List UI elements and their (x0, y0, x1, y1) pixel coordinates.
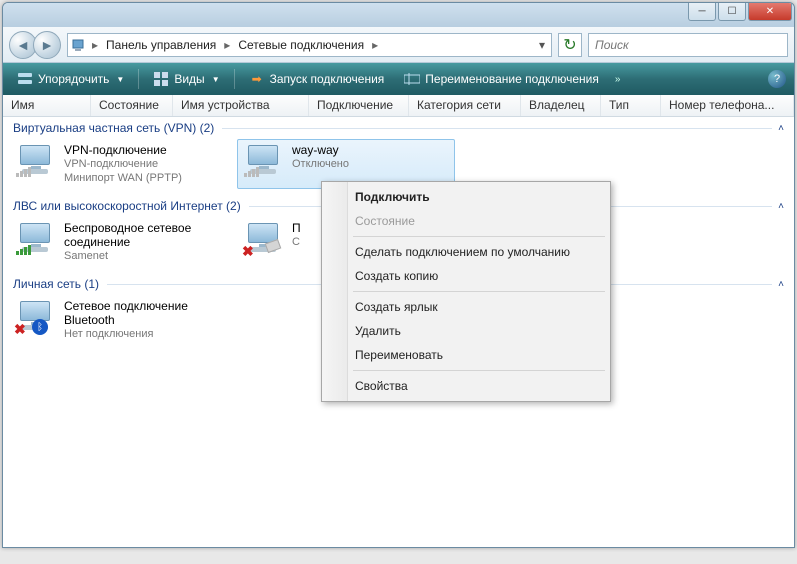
connection-icon: ✖ (242, 221, 286, 261)
item-sub1: соединение (64, 235, 191, 249)
item-title: VPN-подключение (64, 143, 182, 157)
toolbar-separator (138, 69, 139, 89)
connection-item-lan[interactable]: ✖ П С (237, 217, 317, 267)
connection-icon: ✖ᛒ (14, 299, 58, 339)
arrow-right-icon: ➡ (249, 71, 265, 87)
views-button[interactable]: Виды ▼ (145, 68, 227, 90)
item-sub2: Нет подключения (64, 327, 188, 341)
connection-item-wifi[interactable]: Беспроводное сетевое соединение Samenet (9, 217, 227, 267)
context-menu: Подключить Состояние Сделать подключение… (321, 181, 611, 402)
item-title: way-way (292, 143, 349, 157)
forward-button[interactable]: ► (33, 31, 61, 59)
ctx-properties[interactable]: Свойства (325, 374, 607, 398)
chevron-right-icon: ▸ (370, 38, 380, 52)
ctx-status: Состояние (325, 209, 607, 233)
location-icon (68, 34, 90, 56)
rename-connection-label: Переименование подключения (425, 72, 599, 86)
help-button[interactable]: ? (768, 70, 786, 88)
chevron-down-icon: ▼ (212, 75, 220, 84)
context-menu-separator (353, 291, 605, 292)
col-state[interactable]: Состояние (91, 95, 173, 116)
ctx-make-default[interactable]: Сделать подключением по умолчанию (325, 240, 607, 264)
group-title: ЛВС или высокоскоростной Интернет (2) (13, 199, 241, 213)
chevron-right-icon: ▸ (90, 38, 100, 52)
collapse-icon[interactable]: ˄ (778, 123, 784, 134)
item-sub1: Bluetooth (64, 313, 188, 327)
toolbar-separator (234, 69, 235, 89)
breadcrumb[interactable]: ▸ Панель управления ▸ Сетевые подключени… (67, 33, 552, 57)
item-sub1: VPN-подключение (64, 157, 182, 171)
chevron-down-icon: ▼ (116, 75, 124, 84)
item-title: Беспроводное сетевое (64, 221, 191, 235)
ctx-rename[interactable]: Переименовать (325, 343, 607, 367)
group-title: Виртуальная частная сеть (VPN) (2) (13, 121, 214, 135)
ctx-copy[interactable]: Создать копию (325, 264, 607, 288)
col-owner[interactable]: Владелец (521, 95, 601, 116)
connection-icon (14, 143, 58, 183)
ctx-shortcut[interactable]: Создать ярлык (325, 295, 607, 319)
collapse-icon[interactable]: ˄ (778, 279, 784, 290)
chevron-down-icon[interactable]: ▾ (533, 38, 551, 52)
item-sub2: Минипорт WAN (PPTP) (64, 171, 182, 185)
ctx-connect[interactable]: Подключить (325, 185, 607, 209)
connection-item-bluetooth[interactable]: ✖ᛒ Сетевое подключение Bluetooth Нет под… (9, 295, 227, 345)
rename-icon (404, 71, 420, 87)
organize-button[interactable]: Упорядочить ▼ (9, 68, 132, 90)
start-connection-button[interactable]: ➡ Запуск подключения (241, 68, 393, 90)
item-title: Сетевое подключение (64, 299, 188, 313)
refresh-button[interactable]: ↻ (558, 33, 582, 57)
close-button[interactable]: ✕ (748, 3, 792, 21)
organize-label: Упорядочить (38, 72, 109, 86)
nav-buttons: ◄ ► (9, 31, 61, 59)
item-title: П (292, 221, 301, 235)
context-menu-separator (353, 236, 605, 237)
col-phone[interactable]: Номер телефона... (661, 95, 794, 116)
views-label: Виды (174, 72, 204, 86)
titlebar: ─ ☐ ✕ (3, 3, 794, 27)
views-icon (153, 71, 169, 87)
col-device[interactable]: Имя устройства (173, 95, 309, 116)
rename-connection-button[interactable]: Переименование подключения (396, 68, 607, 90)
connection-icon (14, 221, 58, 261)
content-area: Виртуальная частная сеть (VPN) (2) ˄ VPN… (3, 117, 794, 547)
col-type[interactable]: Тип (601, 95, 661, 116)
maximize-button[interactable]: ☐ (718, 3, 746, 21)
collapse-icon[interactable]: ˄ (778, 201, 784, 212)
group-title: Личная сеть (1) (13, 277, 99, 291)
toolbar: Упорядочить ▼ Виды ▼ ➡ Запуск подключени… (3, 63, 794, 95)
group-header-vpn[interactable]: Виртуальная частная сеть (VPN) (2) ˄ (3, 117, 794, 137)
connection-icon (242, 143, 286, 183)
minimize-button[interactable]: ─ (688, 3, 716, 21)
col-category[interactable]: Категория сети (409, 95, 521, 116)
col-name[interactable]: Имя (3, 95, 91, 116)
nav-row: ◄ ► ▸ Панель управления ▸ Сетевые подклю… (3, 27, 794, 63)
item-sub1: С (292, 235, 301, 249)
connection-item-vpn[interactable]: VPN-подключение VPN-подключение Минипорт… (9, 139, 227, 189)
chevron-right-icon: ▸ (222, 38, 232, 52)
item-sub2: Samenet (64, 249, 191, 263)
context-menu-separator (353, 370, 605, 371)
organize-icon (17, 71, 33, 87)
refresh-icon: ↻ (563, 35, 576, 55)
breadcrumb-seg-1[interactable]: Панель управления (100, 34, 222, 56)
col-connection[interactable]: Подключение (309, 95, 409, 116)
breadcrumb-seg-2[interactable]: Сетевые подключения (232, 34, 370, 56)
ctx-delete[interactable]: Удалить (325, 319, 607, 343)
column-headers: Имя Состояние Имя устройства Подключение… (3, 95, 794, 117)
overflow-chevron-icon[interactable]: » (615, 74, 621, 85)
start-connection-label: Запуск подключения (270, 72, 385, 86)
search-input[interactable] (588, 33, 788, 57)
explorer-window: ─ ☐ ✕ ◄ ► ▸ Панель управления ▸ Сетевые … (2, 2, 795, 548)
item-sub1: Отключено (292, 157, 349, 171)
